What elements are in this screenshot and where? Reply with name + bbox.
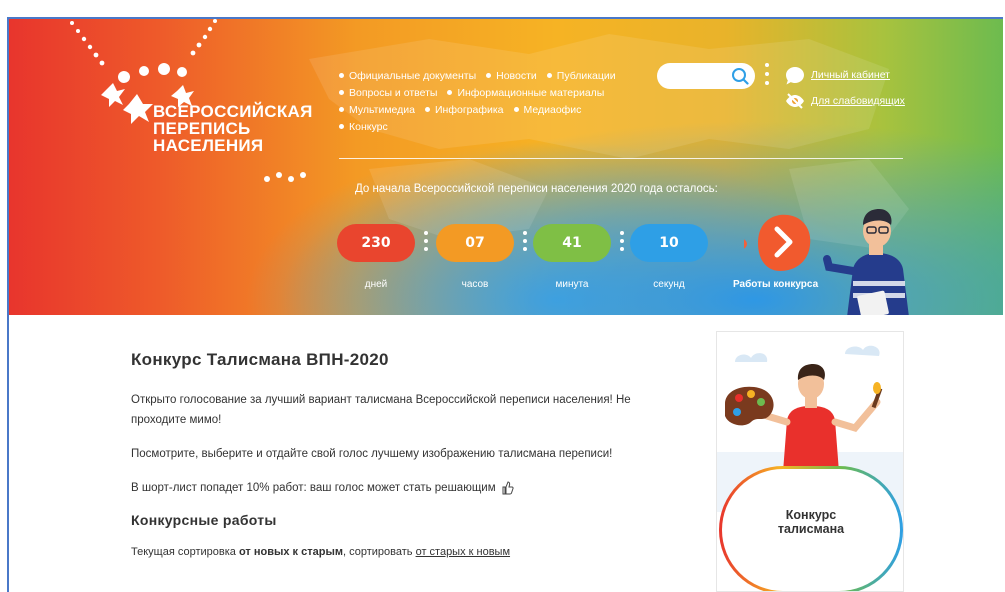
separator-dots bbox=[765, 63, 769, 89]
card-title: Конкурс талисмана bbox=[717, 508, 903, 536]
account-link[interactable]: Личный кабинет bbox=[811, 69, 890, 81]
logo-line-2: ПЕРЕПИСЬ bbox=[153, 119, 251, 138]
mascot-contest-card[interactable]: Конкурс талисмана bbox=[716, 331, 904, 592]
person-illustration bbox=[823, 209, 909, 315]
countdown-separator bbox=[620, 231, 624, 257]
nav-item-infographics[interactable]: Инфографика bbox=[425, 104, 504, 116]
census-logo-title: ВСЕРОССИЙСКАЯ ПЕРЕПИСЬ НАСЕЛЕНИЯ bbox=[153, 103, 313, 154]
logo-line-1: ВСЕРОССИЙСКАЯ bbox=[153, 102, 313, 121]
sort-current: от новых к старым bbox=[238, 546, 343, 558]
countdown-minutes: 41 bbox=[533, 224, 611, 262]
nav-item-official-documents[interactable]: Официальные документы bbox=[339, 70, 476, 82]
section-title-works: Конкурсные работы bbox=[131, 512, 277, 528]
countdown-hours-label: часов bbox=[461, 279, 489, 290]
nav-item-multimedia[interactable]: Мультимедиа bbox=[339, 104, 415, 116]
sort-prefix: Текущая сортировка bbox=[131, 546, 239, 558]
instruction-paragraph: Посмотрите, выберите и отдайте свой голо… bbox=[131, 448, 613, 460]
search-input[interactable] bbox=[657, 63, 755, 89]
chat-bubble-icon[interactable] bbox=[785, 66, 805, 86]
sort-middle: , сортировать bbox=[342, 546, 416, 558]
search-icon[interactable] bbox=[731, 67, 749, 85]
countdown-seconds: 10 bbox=[630, 224, 708, 262]
visually-impaired-link[interactable]: Для слабовидящих bbox=[811, 95, 905, 107]
nav-row: Конкурс bbox=[339, 118, 639, 135]
countdown-minutes-label: минута bbox=[555, 279, 589, 290]
eye-slash-icon[interactable] bbox=[785, 93, 805, 109]
nav-row: Официальные документы Новости Публикации bbox=[339, 67, 639, 84]
main-nav: Официальные документы Новости Публикации… bbox=[339, 67, 639, 135]
shortlist-paragraph: В шорт-лист попадет 10% работ: ваш голос… bbox=[131, 478, 691, 498]
contest-works-arrow-icon[interactable] bbox=[744, 211, 812, 273]
contest-works-link[interactable]: Работы конкурса bbox=[733, 279, 818, 290]
countdown-hours: 07 bbox=[436, 224, 514, 262]
sort-oldest-first-link[interactable]: от старых к новым bbox=[416, 546, 510, 558]
logo-line-3: НАСЕЛЕНИЯ bbox=[153, 136, 264, 155]
nav-item-news[interactable]: Новости bbox=[486, 70, 537, 82]
thumbs-up-icon bbox=[502, 481, 514, 495]
shortlist-text: В шорт-лист попадет 10% работ: ваш голос… bbox=[131, 482, 496, 494]
countdown-days: 230 bbox=[337, 224, 415, 262]
nav-item-media-office[interactable]: Медиаофис bbox=[514, 104, 582, 116]
card-title-line-2: талисмана bbox=[777, 522, 845, 536]
header-banner: ВСЕРОССИЙСКАЯ ПЕРЕПИСЬ НАСЕЛЕНИЯ Официал… bbox=[9, 19, 1003, 315]
nav-item-publications[interactable]: Публикации bbox=[547, 70, 616, 82]
countdown-hours-value: 07 bbox=[465, 235, 485, 251]
sort-control: Текущая сортировка от новых к старым, со… bbox=[131, 546, 691, 558]
nav-item-contest[interactable]: Конкурс bbox=[339, 121, 388, 133]
countdown-days-label: дней bbox=[364, 279, 388, 290]
nav-item-faq[interactable]: Вопросы и ответы bbox=[339, 87, 437, 99]
countdown-seconds-value: 10 bbox=[659, 235, 679, 251]
page-title: Конкурс Талисмана ВПН-2020 bbox=[131, 350, 389, 369]
countdown-separator bbox=[523, 231, 527, 257]
nav-row: Вопросы и ответы Информационные материал… bbox=[339, 84, 639, 101]
nav-item-info-materials[interactable]: Информационные материалы bbox=[447, 87, 604, 99]
main-content: Конкурс Талисмана ВПН-2020 Открыто голос… bbox=[131, 350, 691, 558]
header-divider bbox=[339, 158, 903, 159]
countdown-separator bbox=[424, 231, 428, 257]
countdown-days-value: 230 bbox=[361, 235, 391, 251]
intro-paragraph: Открыто голосование за лучший вариант та… bbox=[131, 394, 631, 426]
card-title-line-1: Конкурс bbox=[785, 508, 837, 522]
countdown-title: До начала Всероссийской переписи населен… bbox=[355, 183, 718, 195]
nav-row: Мультимедиа Инфографика Медиаофис bbox=[339, 101, 639, 118]
countdown-minutes-value: 41 bbox=[562, 235, 582, 251]
countdown-seconds-label: секунд bbox=[653, 279, 685, 290]
